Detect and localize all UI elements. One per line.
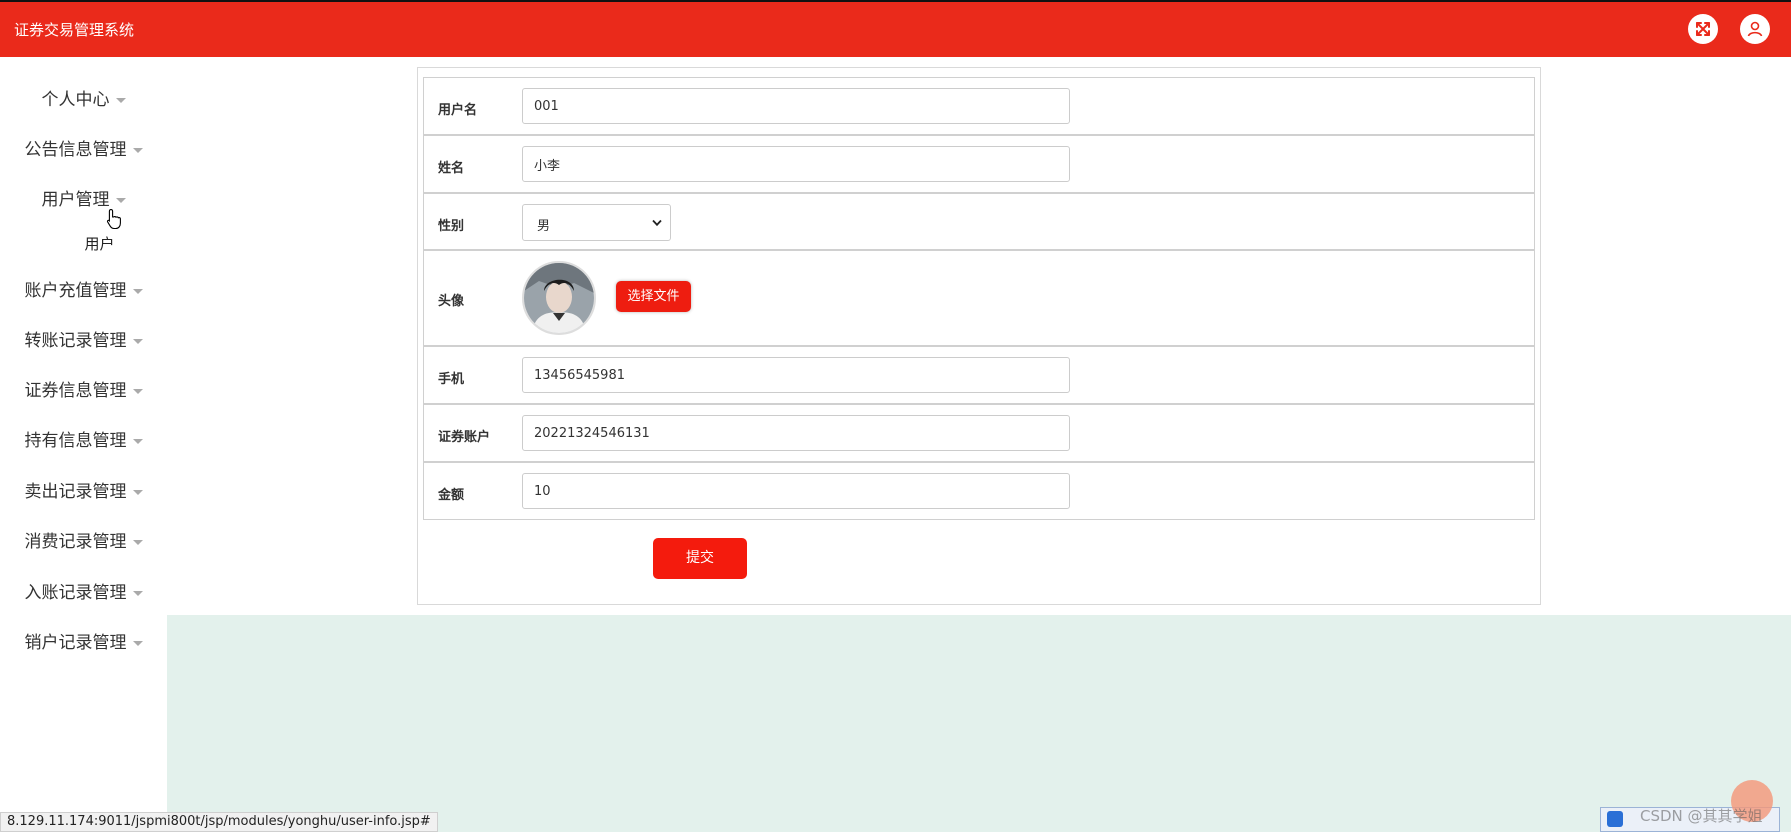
sidebar-item-closure-records[interactable]: 销户记录管理 [0,628,167,653]
form-row-name: 姓名 [423,135,1535,193]
sidebar-item-recharge[interactable]: 账户充值管理 [0,276,167,301]
user-info-form: 用户名 姓名 性别 男 头像 选择文件 手机 [417,67,1541,605]
sidebar-item-label: 销户记录管理 [24,633,127,653]
form-row-avatar: 头像 选择文件 [423,250,1535,346]
sidebar-item-deposit-records[interactable]: 入账记录管理 [0,578,167,603]
sidebar-item-user-management[interactable]: 用户管理 [0,185,167,210]
caret-down-icon [132,338,143,344]
sidebar-item-personal-center[interactable]: 个人中心 [0,85,167,110]
submit-button[interactable]: 提交 [653,538,747,579]
gender-selected-value: 男 [537,219,551,234]
form-row-username: 用户名 [423,77,1535,135]
content-background [167,615,1791,832]
user-menu-button[interactable] [1740,14,1770,44]
user-avatar-icon [1747,21,1763,37]
browser-status-url: 8.129.11.174:9011/jspmi800t/jsp/modules/… [0,812,438,832]
ime-logo-icon [1607,811,1623,827]
avatar-photo [524,263,594,333]
caret-down-icon [132,438,143,444]
top-header: 证券交易管理系统 [0,0,1791,57]
avatar-image [522,261,596,335]
caret-down-icon [132,539,143,545]
gender-label: 性别 [438,219,465,234]
username-label: 用户名 [438,103,478,118]
name-label: 姓名 [438,161,465,176]
sidebar-item-label: 入账记录管理 [24,583,127,603]
sidebar-item-label: 卖出记录管理 [24,482,127,502]
sidebar-item-holdings[interactable]: 持有信息管理 [0,426,167,451]
amount-input[interactable] [522,473,1070,509]
sidebar-item-label: 用户管理 [41,190,110,210]
sidebar-item-consumption-records[interactable]: 消费记录管理 [0,527,167,552]
sidebar: 个人中心 公告信息管理 用户管理 用户 账户充值管理 转账记录管理 证券信息管理… [0,57,167,832]
sidebar-item-securities-info[interactable]: 证券信息管理 [0,376,167,401]
gender-select[interactable]: 男 [522,204,671,241]
caret-down-icon [132,590,143,596]
sidebar-item-label: 公告信息管理 [24,140,127,160]
form-row-gender: 性别 男 [423,193,1535,250]
sidebar-item-transfer-records[interactable]: 转账记录管理 [0,326,167,351]
caret-down-icon [115,97,126,103]
form-row-amount: 金额 [423,462,1535,520]
username-input[interactable] [522,88,1070,124]
sidebar-item-label: 证券信息管理 [24,381,127,401]
sidebar-item-label: 持有信息管理 [24,431,127,451]
sidebar-subitem-user[interactable]: 用户 [16,233,183,254]
securities-account-input[interactable] [522,415,1070,451]
watermark-text: CSDN @其其学姐 [1640,807,1763,825]
form-row-phone: 手机 [423,346,1535,404]
hand-cursor-icon [106,208,121,230]
chevron-down-icon [652,219,662,227]
caret-down-icon [132,147,143,153]
phone-input[interactable] [522,357,1070,393]
caret-down-icon [132,288,143,294]
securities-account-label: 证券账户 [438,430,491,445]
sidebar-item-announcements[interactable]: 公告信息管理 [0,135,167,160]
app-title: 证券交易管理系统 [14,21,135,39]
phone-label: 手机 [438,372,465,387]
sidebar-item-sell-records[interactable]: 卖出记录管理 [0,477,167,502]
form-row-securities-account: 证券账户 [423,404,1535,462]
fullscreen-icon [1696,22,1710,36]
sidebar-item-label: 账户充值管理 [24,281,127,301]
sidebar-item-label: 转账记录管理 [24,331,127,351]
avatar-label: 头像 [438,294,465,309]
sidebar-item-label: 个人中心 [41,90,110,110]
caret-down-icon [115,197,126,203]
name-input[interactable] [522,146,1070,182]
caret-down-icon [132,489,143,495]
caret-down-icon [132,388,143,394]
sidebar-subitem-label: 用户 [84,235,115,253]
amount-label: 金额 [438,488,465,503]
sidebar-item-label: 消费记录管理 [24,532,127,552]
caret-down-icon [132,640,143,646]
fullscreen-button[interactable] [1688,14,1718,44]
choose-file-button[interactable]: 选择文件 [616,281,691,312]
